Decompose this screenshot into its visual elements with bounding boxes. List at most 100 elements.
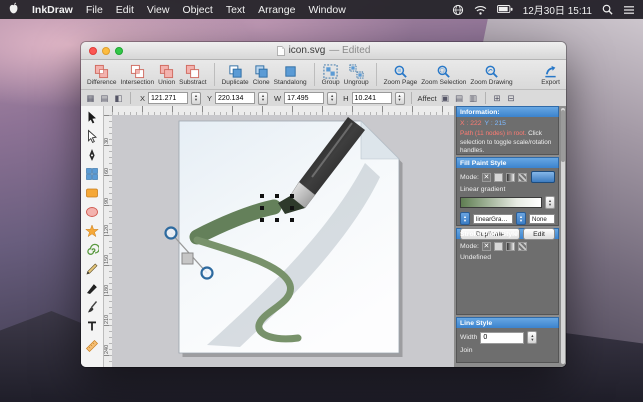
- stroke-none-icon[interactable]: ✕: [482, 242, 491, 251]
- standalong-button[interactable]: Standalong: [273, 63, 308, 87]
- gradient-preview[interactable]: [460, 197, 542, 208]
- height-stepper[interactable]: ▴▾: [395, 92, 405, 105]
- tool-pen[interactable]: [83, 147, 101, 163]
- line-style-header[interactable]: Line Style: [456, 317, 559, 328]
- zoom-selection-button[interactable]: Zoom Selection: [420, 63, 467, 87]
- tool-ellipse[interactable]: [83, 204, 101, 220]
- width-field[interactable]: [284, 92, 324, 104]
- menu-status-area: 12月30日 15:11: [452, 2, 635, 17]
- ungroup-button[interactable]: Ungroup: [343, 63, 370, 87]
- information-header[interactable]: Information:: [456, 106, 559, 117]
- fill-color-swatch[interactable]: [531, 171, 555, 183]
- spotlight-icon[interactable]: [602, 4, 613, 15]
- close-button[interactable]: [89, 47, 97, 55]
- menu-arrange[interactable]: Arrange: [258, 4, 295, 16]
- difference-button[interactable]: Difference: [86, 63, 118, 87]
- minimize-button[interactable]: [102, 47, 110, 55]
- union-button[interactable]: Union: [157, 63, 176, 87]
- tool-pencil[interactable]: [83, 261, 101, 277]
- document-icon: [277, 46, 285, 56]
- fill-gradient-icon[interactable]: [506, 173, 515, 182]
- x-field[interactable]: [148, 92, 188, 104]
- apple-menu[interactable]: [8, 2, 19, 18]
- group-button[interactable]: Group: [321, 63, 341, 87]
- x-field-label: X: [140, 94, 145, 103]
- line-width-label: Width: [460, 334, 477, 341]
- affect-stroke-icon[interactable]: ▥: [468, 93, 479, 104]
- width-stepper[interactable]: ▴▾: [327, 92, 337, 105]
- tool-spiral[interactable]: [83, 242, 101, 258]
- spiral-icon: [85, 243, 99, 257]
- drawing-canvas[interactable]: [112, 115, 454, 367]
- export-button[interactable]: Export: [540, 63, 561, 87]
- zoom-page-button[interactable]: Zoom Page: [383, 63, 419, 87]
- gradient-name-select[interactable]: linearGradien…: [473, 214, 513, 224]
- gradient-stop-stepper[interactable]: ▴▾: [516, 212, 526, 225]
- zoom-button[interactable]: [115, 47, 123, 55]
- zoom-drawing-button[interactable]: Zoom Drawing: [469, 63, 513, 87]
- duplicate-button[interactable]: Duplicate: [221, 63, 250, 87]
- zoom-page-icon: [393, 64, 408, 79]
- menu-window[interactable]: Window: [308, 4, 345, 16]
- app-menu[interactable]: InkDraw: [32, 4, 73, 16]
- input-source-icon[interactable]: [452, 4, 464, 16]
- clone-button[interactable]: Clone: [252, 63, 271, 87]
- stroke-gradient-icon[interactable]: [506, 242, 515, 251]
- tool-brush[interactable]: [83, 299, 101, 315]
- menu-object[interactable]: Object: [182, 4, 212, 16]
- snap-guides-icon[interactable]: ◧: [113, 93, 124, 104]
- canvas-artwork: [112, 115, 454, 367]
- tool-star[interactable]: [83, 223, 101, 239]
- information-panel: Information: X : 222 Y : 215 Path (11 no…: [456, 106, 559, 155]
- x-stepper[interactable]: ▴▾: [191, 92, 201, 105]
- fill-pattern-icon[interactable]: [518, 173, 527, 182]
- gradient-stepper[interactable]: ▴▾: [545, 196, 555, 209]
- gradient-name-stepper[interactable]: ▴▾: [460, 212, 470, 225]
- battery-icon[interactable]: [497, 5, 513, 14]
- intersection-button[interactable]: Intersection: [120, 63, 156, 87]
- menu-clock[interactable]: 12月30日 15:11: [523, 2, 592, 17]
- y-field[interactable]: [215, 92, 255, 104]
- lock-ratio-icon[interactable]: ⊞: [492, 93, 503, 104]
- menu-text[interactable]: Text: [226, 4, 245, 16]
- fill-none-icon[interactable]: ✕: [482, 173, 491, 182]
- tool-text[interactable]: [83, 318, 101, 334]
- title-bar[interactable]: icon.svg — Edited: [81, 42, 566, 60]
- panel-scrollbar[interactable]: [561, 108, 565, 364]
- tool-shape-grid[interactable]: [83, 166, 101, 182]
- menu-edit[interactable]: Edit: [116, 4, 134, 16]
- stroke-solid-icon[interactable]: [494, 242, 503, 251]
- tool-select[interactable]: [83, 109, 101, 125]
- wifi-icon[interactable]: [474, 5, 487, 15]
- fill-paint-panel: Fill Paint Style Mode: ✕ Linear gradient…: [456, 157, 559, 226]
- duplicate-icon: [228, 64, 243, 79]
- info-y: Y : 215: [485, 120, 506, 127]
- tool-measure[interactable]: [83, 337, 101, 353]
- tool-palette: [81, 106, 104, 367]
- tool-calligraphy[interactable]: [83, 280, 101, 296]
- edit-gradient-button[interactable]: Edit: [523, 228, 555, 240]
- control-list-icon[interactable]: [623, 5, 635, 15]
- fill-paint-header[interactable]: Fill Paint Style: [456, 157, 559, 168]
- fill-solid-icon[interactable]: [494, 173, 503, 182]
- panel-scrollbar-thumb[interactable]: [561, 110, 565, 162]
- substract-button[interactable]: Substract: [178, 63, 207, 87]
- line-width-stepper[interactable]: ▴▾: [527, 331, 537, 344]
- gradient-stop-select[interactable]: None: [529, 214, 555, 224]
- tool-rectangle[interactable]: [83, 185, 101, 201]
- tool-node-edit[interactable]: [83, 128, 101, 144]
- raise-lower-icon[interactable]: ⊟: [506, 93, 517, 104]
- stroke-value: Undefined: [460, 254, 555, 261]
- menu-file[interactable]: File: [86, 4, 103, 16]
- affect-scale-icon[interactable]: ▣: [440, 93, 451, 104]
- snap-grid-icon[interactable]: ▤: [99, 93, 110, 104]
- page-setup-icon[interactable]: ▦: [85, 93, 96, 104]
- y-stepper[interactable]: ▴▾: [258, 92, 268, 105]
- zoom-drawing-icon: [484, 64, 499, 79]
- menu-view[interactable]: View: [147, 4, 170, 16]
- stroke-pattern-icon[interactable]: [518, 242, 527, 251]
- window-edited-label: — Edited: [329, 45, 370, 56]
- line-width-field[interactable]: [480, 332, 524, 344]
- affect-corners-icon[interactable]: ▤: [454, 93, 465, 104]
- height-field[interactable]: [352, 92, 392, 104]
